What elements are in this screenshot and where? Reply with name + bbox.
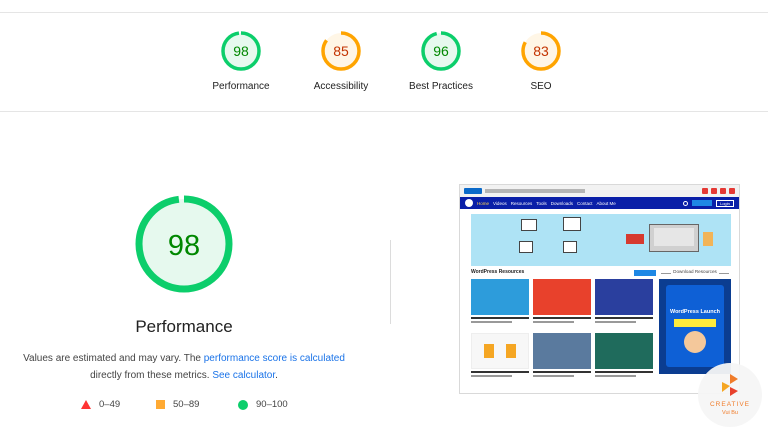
gauge-score: 98 xyxy=(233,43,249,59)
legend-pass: 90–100 xyxy=(238,399,288,410)
gauge-score: 83 xyxy=(533,43,549,59)
legend-range: 50–89 xyxy=(173,399,200,410)
thumb-card xyxy=(533,333,591,369)
cup-icon xyxy=(703,232,713,246)
thumb-nav-item: Tools xyxy=(536,200,547,206)
gauge-ring: 83 xyxy=(521,31,561,71)
legend-range: 90–100 xyxy=(256,399,288,410)
thumb-card-caption xyxy=(595,371,653,381)
thumb-promo-badge xyxy=(674,319,716,327)
legend-range: 0–49 xyxy=(99,399,121,410)
gauge-score: 85 xyxy=(333,43,349,59)
thumb-promo-heading: WordPress Launch xyxy=(669,309,721,315)
legend-average: 50–89 xyxy=(156,399,199,410)
thumb-card-caption xyxy=(471,371,529,381)
thumb-card-caption xyxy=(533,317,591,327)
thumb-card xyxy=(471,279,529,315)
thumb-navbar: Home Videos Resources Tools Downloads Co… xyxy=(460,197,739,209)
performance-gauge-large: 98 xyxy=(135,195,233,293)
thumb-card xyxy=(595,279,653,315)
gauge-ring: 96 xyxy=(421,31,461,71)
thumb-sidebar-promo: WordPress Launch xyxy=(659,279,731,374)
thumb-hero-banner xyxy=(471,214,731,266)
cart-icon xyxy=(563,241,577,253)
score-legend: 0–49 50–89 90–100 xyxy=(78,399,308,413)
desc-text: Values are estimated and may vary. The xyxy=(23,353,204,364)
section-divider xyxy=(0,111,768,112)
thumb-downloads-title: Download Resources xyxy=(659,269,731,277)
performance-title: Performance xyxy=(135,317,233,336)
social-icon xyxy=(711,188,717,194)
thumb-decoration xyxy=(626,234,644,244)
social-icon xyxy=(720,188,726,194)
gauge-best-practices[interactable]: 96 Best Practices xyxy=(386,30,496,92)
triangle-icon xyxy=(81,400,91,409)
score-gauges: 98 Performance 85 Accessibility 96 Best … xyxy=(0,30,768,100)
laptop-icon xyxy=(649,224,699,252)
thumb-downloads-label: Download Resources xyxy=(673,269,717,274)
code-icon xyxy=(563,217,581,231)
watermark-logo-icon xyxy=(722,374,738,396)
top-divider xyxy=(0,12,768,13)
thumb-notice xyxy=(485,189,585,193)
thumb-section-title: WordPress Resources xyxy=(471,269,656,277)
creative-watermark: CREATIVE Vui Bu xyxy=(698,363,762,427)
desc-text: directly from these metrics. xyxy=(90,370,213,381)
thumb-nav-item: About Me xyxy=(596,200,616,206)
gauge-seo[interactable]: 83 SEO xyxy=(486,30,596,92)
gauge-performance[interactable]: 98 Performance xyxy=(186,30,296,92)
performance-score-link[interactable]: performance score is calculated xyxy=(204,353,345,364)
thumb-subscribe-button xyxy=(692,200,712,206)
performance-score: 98 xyxy=(168,230,200,262)
watermark-subtext: Vui Bu xyxy=(721,410,738,416)
desc-text: . xyxy=(275,370,278,381)
gauge-score: 96 xyxy=(433,43,449,59)
page-screenshot-thumbnail: Home Videos Resources Tools Downloads Co… xyxy=(459,184,740,394)
gauge-accessibility[interactable]: 85 Accessibility xyxy=(286,30,396,92)
thumb-card-caption xyxy=(471,317,529,327)
performance-description: Values are estimated and may vary. The p… xyxy=(0,350,368,384)
thumb-nav-item: Videos xyxy=(493,200,507,206)
thumb-card xyxy=(533,279,591,315)
thumb-nav-item: Contact xyxy=(577,200,593,206)
square-icon xyxy=(156,400,165,409)
gauge-label: Best Practices xyxy=(409,81,473,92)
watermark-text: CREATIVE xyxy=(709,401,751,408)
avatar xyxy=(684,331,706,353)
thumb-card xyxy=(595,333,653,369)
site-logo-icon xyxy=(465,199,473,207)
gauge-ring: 98 xyxy=(221,31,261,71)
social-icon xyxy=(729,188,735,194)
gauge-label: SEO xyxy=(530,81,552,92)
search-icon xyxy=(683,200,688,206)
gauge-ring: 85 xyxy=(321,31,361,71)
circle-icon xyxy=(238,399,248,410)
thumb-nav-item: Resources xyxy=(510,200,533,206)
thumb-section-label: WordPress Resources xyxy=(471,269,525,275)
responsive-design-icon xyxy=(521,219,537,231)
thumb-topbar xyxy=(460,185,739,197)
legend-fail: 0–49 xyxy=(81,399,120,410)
thumb-card-caption xyxy=(595,317,653,327)
social-icon xyxy=(702,188,708,194)
thumb-nav-item: Home xyxy=(477,200,490,206)
cms-icon xyxy=(519,241,533,253)
gauge-label: Accessibility xyxy=(313,81,369,92)
thumb-card-caption xyxy=(533,371,591,381)
vertical-divider xyxy=(390,240,391,324)
thumb-view-more-button xyxy=(634,270,656,276)
thumb-login-button: Login xyxy=(716,199,734,207)
gauge-label: Performance xyxy=(212,81,270,92)
thumb-nav-item: Downloads xyxy=(550,200,573,206)
thumb-card xyxy=(471,333,529,369)
see-calculator-link[interactable]: See calculator xyxy=(212,370,275,381)
thumb-badge xyxy=(464,188,482,194)
